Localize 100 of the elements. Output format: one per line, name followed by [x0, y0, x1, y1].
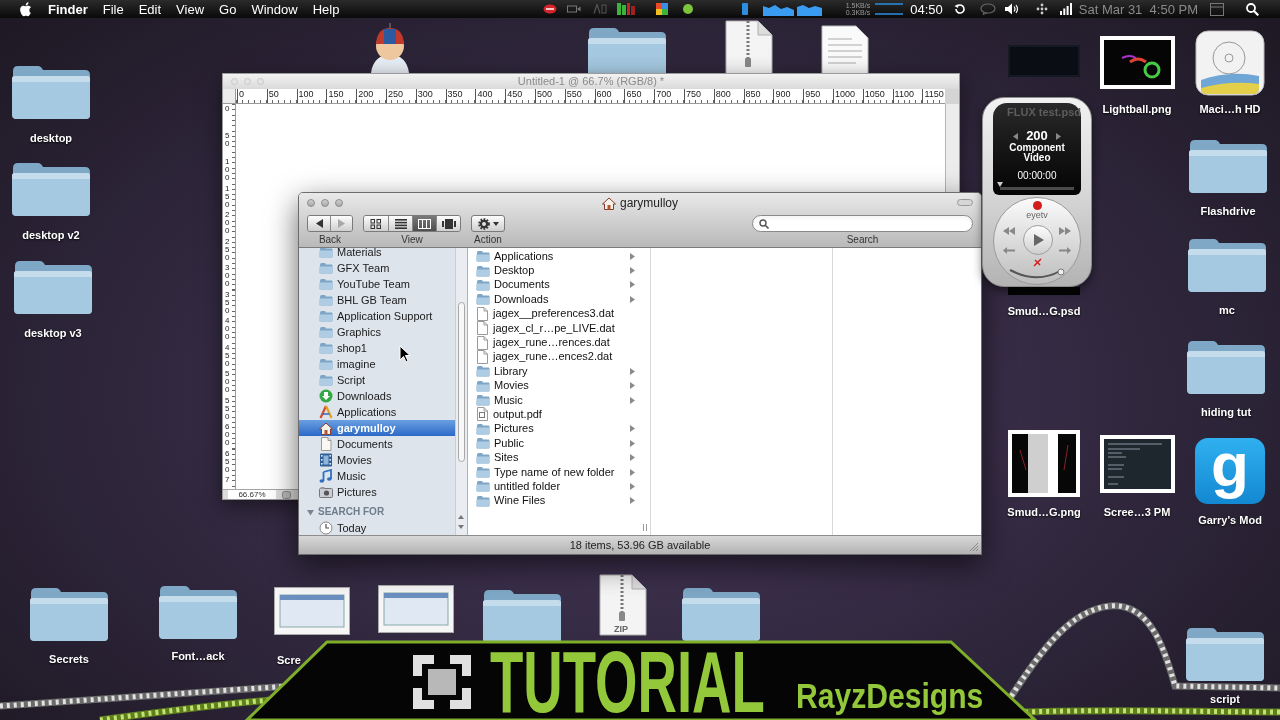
scroll-up-arrow-icon[interactable] — [458, 515, 465, 519]
scroll-down-arrow-icon[interactable] — [458, 525, 465, 529]
sync-icon[interactable] — [953, 3, 966, 15]
view-mode-button[interactable] — [388, 216, 412, 231]
volume-icon[interactable] — [1004, 3, 1019, 15]
file-row[interactable]: Library — [468, 364, 650, 379]
sidebar-item[interactable]: YouTube Team — [299, 276, 456, 292]
file-row[interactable]: Public — [468, 436, 650, 451]
file-row[interactable]: Downloads — [468, 292, 650, 307]
file-row[interactable]: untitled folder — [468, 479, 650, 494]
file-row[interactable]: Music — [468, 392, 650, 408]
sidebar-item[interactable]: shop1 — [299, 340, 456, 356]
apple-menu-icon[interactable] — [19, 1, 32, 17]
dots-icon[interactable] — [1035, 3, 1048, 15]
file-row[interactable]: Pictures — [468, 421, 650, 437]
ball-icon[interactable] — [682, 4, 693, 14]
triangle-icon[interactable] — [592, 4, 607, 14]
sidebar-item[interactable]: imagine — [299, 356, 456, 372]
line-graph-icon[interactable] — [875, 3, 904, 15]
scrollbar-thumb[interactable] — [458, 302, 466, 462]
right-arrow-icon[interactable] — [1059, 247, 1071, 254]
sidebar-item[interactable]: GFX Team — [299, 260, 456, 276]
file-row[interactable]: Type name of new folder — [468, 464, 650, 480]
resize-grip-icon[interactable] — [969, 542, 978, 551]
grid-icon — [370, 218, 382, 229]
file-row[interactable]: jagex__preferences3.dat — [468, 306, 650, 321]
folder-icon — [319, 358, 333, 370]
folder-icon — [10, 160, 92, 217]
graph-icon[interactable] — [796, 2, 822, 16]
view-mode-button[interactable] — [364, 216, 388, 231]
menu-item[interactable]: Edit — [138, 1, 162, 17]
speech-bubble-icon[interactable] — [979, 3, 996, 15]
status-menu-icon[interactable] — [282, 490, 291, 499]
image-thumbnail — [1008, 430, 1080, 497]
file-row[interactable]: jagex_cl_r…pe_LIVE.dat — [468, 320, 650, 336]
file-row[interactable]: Movies — [468, 378, 650, 393]
sidebar-item[interactable]: Application Support — [299, 308, 456, 324]
clock-text[interactable]: Sat Mar 31 4:50 PM — [1078, 1, 1198, 17]
sidebar-item[interactable]: Applications — [299, 404, 456, 420]
view-mode-button[interactable] — [412, 216, 436, 231]
file-row[interactable]: Documents — [468, 277, 650, 293]
icon-label: FLUX test.psd — [1007, 106, 1081, 119]
sidebar-item[interactable]: Graphics — [299, 324, 456, 340]
mute-icon[interactable] — [1033, 258, 1042, 267]
record-icon[interactable] — [1033, 201, 1042, 210]
sidebar-item[interactable]: garymulloy — [299, 420, 456, 436]
oval-icon[interactable] — [542, 4, 557, 14]
file-row[interactable]: Wine Files — [468, 493, 650, 509]
timer-text[interactable]: 04:50 — [910, 1, 943, 17]
file-row[interactable]: Sites — [468, 450, 650, 465]
view-mode-button[interactable] — [436, 216, 460, 231]
file-row[interactable]: jagex_rune…rences.dat — [468, 335, 650, 350]
sidebar-item[interactable]: Movies — [299, 452, 456, 468]
calendar-icon[interactable] — [1210, 2, 1224, 16]
camera-icon — [319, 486, 333, 498]
scrollbar[interactable] — [945, 104, 959, 192]
menu-item[interactable]: Finder — [48, 1, 88, 17]
video-camera-icon[interactable] — [566, 4, 581, 14]
action-button[interactable] — [471, 215, 505, 232]
search-field[interactable] — [752, 215, 973, 232]
file-row[interactable]: jagex_rune…ences2.dat — [468, 349, 650, 365]
rewind-icon[interactable] — [1003, 227, 1015, 235]
back-button[interactable] — [308, 216, 330, 231]
column-resize-handle-icon[interactable] — [643, 524, 647, 531]
previous-channel-icon[interactable] — [1013, 132, 1019, 140]
menu-item[interactable]: File — [102, 1, 124, 17]
sidebar-item[interactable]: Today — [299, 520, 456, 535]
folder-icon — [476, 365, 490, 378]
graph-icon[interactable] — [762, 2, 794, 16]
signal-bars-icon[interactable] — [1059, 3, 1072, 15]
volume-arc-icon[interactable] — [1008, 268, 1066, 280]
bar-icon[interactable] — [741, 3, 748, 15]
left-arrow-icon[interactable] — [1003, 247, 1015, 254]
scrollbar[interactable] — [455, 248, 467, 535]
toolbar-toggle-button[interactable] — [957, 199, 973, 206]
sidebar-item[interactable]: BHL GB Team — [299, 292, 456, 308]
file-row[interactable]: Desktop — [468, 263, 650, 278]
file-row[interactable]: output.pdf — [468, 407, 650, 422]
icon-label: Smud…G.psd — [1007, 305, 1081, 318]
disclosure-triangle-icon[interactable] — [307, 508, 314, 516]
sidebar-item[interactable]: Documents — [299, 436, 456, 452]
level-meter-icon[interactable] — [616, 3, 635, 15]
folder-icon — [680, 585, 762, 642]
search-icon[interactable] — [1246, 2, 1259, 16]
sidebar-item[interactable]: Pictures — [299, 484, 456, 500]
fast-forward-icon[interactable] — [1059, 227, 1071, 235]
zoom-field[interactable]: 66.67% — [228, 490, 276, 499]
color-grid-icon[interactable] — [655, 3, 668, 15]
sidebar-item[interactable]: Materials — [299, 248, 456, 260]
sidebar-item[interactable]: Script — [299, 372, 456, 388]
icon-label: Lightball.png — [1102, 103, 1172, 116]
sidebar-item[interactable]: Downloads — [299, 388, 456, 404]
sidebar-item[interactable]: Music — [299, 468, 456, 484]
menu-item[interactable]: Go — [219, 1, 237, 17]
play-button[interactable] — [1023, 225, 1053, 255]
next-channel-icon[interactable] — [1055, 132, 1061, 140]
menu-item[interactable]: Window — [251, 1, 298, 17]
file-row[interactable]: Applications — [468, 249, 650, 264]
menu-item[interactable]: View — [176, 1, 205, 17]
menu-item[interactable]: Help — [312, 1, 340, 17]
